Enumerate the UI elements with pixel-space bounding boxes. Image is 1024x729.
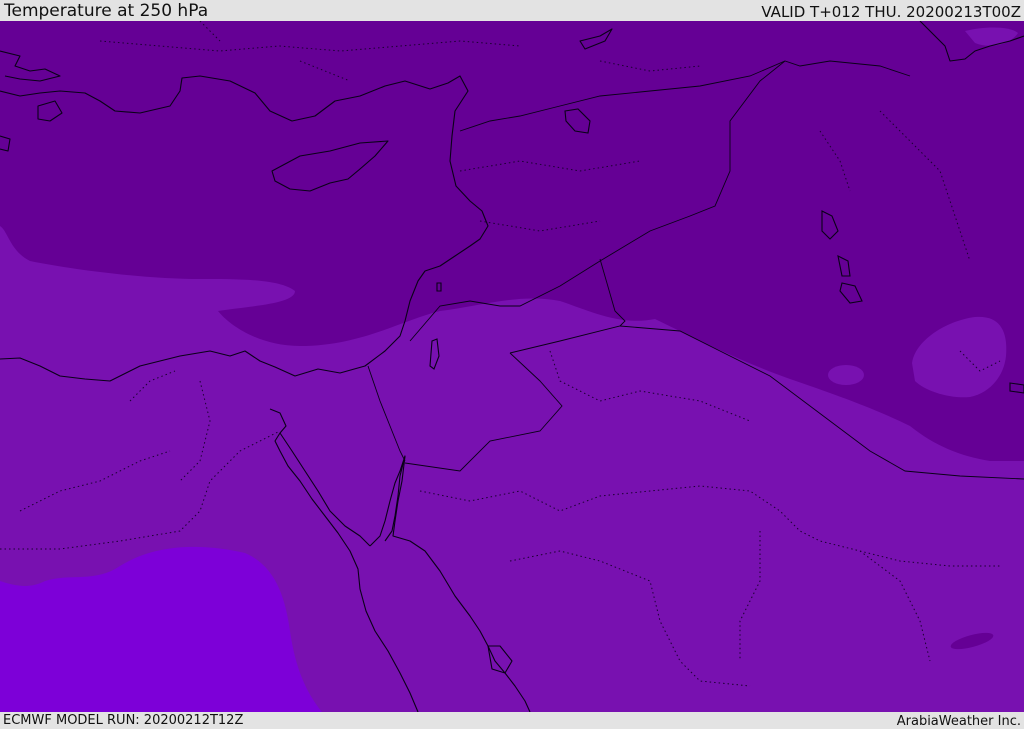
model-run-label: ECMWF MODEL RUN: 20200212T12Z (3, 713, 244, 728)
footer-bar: ECMWF MODEL RUN: 20200212T12Z ArabiaWeat… (0, 712, 1024, 729)
map-title: Temperature at 250 hPa (4, 1, 209, 21)
credit-label: ArabiaWeather Inc. (896, 714, 1021, 729)
temperature-spot-east (828, 365, 864, 385)
map-canvas (0, 21, 1024, 712)
weather-map[interactable] (0, 21, 1024, 712)
valid-time: VALID T+012 THU. 20200213T00Z (761, 3, 1021, 21)
header-bar: Temperature at 250 hPa VALID T+012 THU. … (0, 0, 1024, 21)
